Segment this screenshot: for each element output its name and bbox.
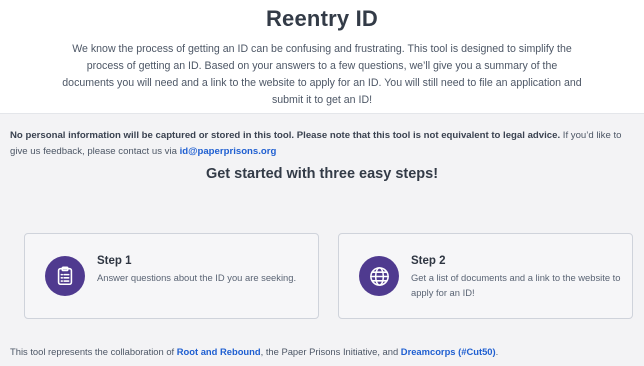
feedback-email-link[interactable]: id@paperprisons.org (180, 146, 277, 157)
step-1-card[interactable]: Step 1 Answer questions about the ID you… (24, 233, 319, 319)
root-and-rebound-link[interactable]: Root and Rebound (177, 346, 261, 357)
step-1-title: Step 1 (97, 255, 132, 267)
footer-middle: , the Paper Prisons Initiative, and (260, 346, 401, 357)
dreamcorps-link[interactable]: Dreamcorps (#Cut50) (401, 346, 496, 357)
intro-text: We know the process of getting an ID can… (62, 43, 582, 106)
footer-prefix: This tool represents the collaboration o… (10, 346, 177, 357)
step-2-title: Step 2 (411, 255, 446, 267)
footer-suffix: . (495, 346, 499, 357)
step-2-description: Get a list of documents and a link to th… (411, 272, 621, 298)
step-2-text: Step 2 Get a list of documents and a lin… (411, 254, 621, 300)
page-title: Reentry ID (265, 6, 379, 31)
privacy-notice-bold: No personal information will be captured… (10, 130, 561, 141)
collaboration-footer: This tool represents the collaboration o… (10, 346, 498, 357)
privacy-notice: No personal information will be captured… (10, 128, 635, 160)
steps-panel: No personal information will be captured… (0, 113, 644, 366)
hero-section: Reentry ID We know the process of gettin… (0, 0, 644, 113)
clipboard-icon (45, 256, 85, 296)
step-1-text: Step 1 Answer questions about the ID you… (97, 254, 307, 285)
globe-icon (359, 256, 399, 296)
step-2-card[interactable]: Step 2 Get a list of documents and a lin… (338, 233, 633, 319)
steps-heading: Get started with three easy steps! (205, 166, 439, 182)
step-1-description: Answer questions about the ID you are se… (97, 272, 297, 283)
